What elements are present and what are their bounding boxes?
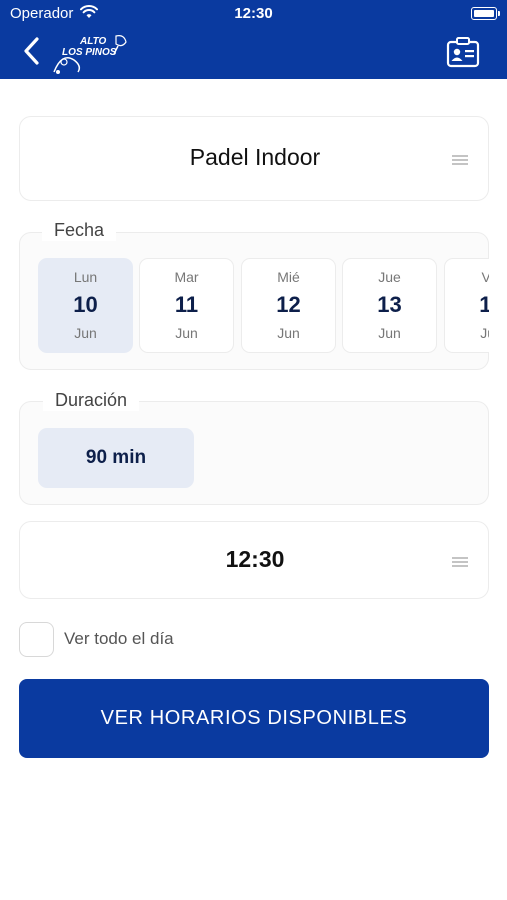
date-tile[interactable]: Jue 13 Jun: [342, 258, 437, 353]
battery-icon: [471, 7, 500, 20]
date-number: 14: [479, 292, 489, 317]
status-bar: Operador 12:30: [0, 0, 507, 28]
date-tile[interactable]: Vie 14 Jun: [444, 258, 489, 353]
date-tile[interactable]: Lun 10 Jun: [38, 258, 133, 353]
time-selector[interactable]: 12:30: [19, 521, 489, 599]
date-month: Jun: [175, 325, 198, 341]
drag-handle-icon: [452, 155, 468, 165]
logo-text-line2: LOS PINOS: [62, 47, 117, 58]
chevron-left-icon[interactable]: [22, 36, 42, 66]
sport-title: Padel Indoor: [189, 144, 321, 170]
club-logo: ALTO LOS PINOS: [52, 32, 130, 76]
logo-text-line1: ALTO: [80, 36, 107, 47]
date-day: Jue: [378, 269, 401, 285]
date-number: 10: [73, 292, 98, 317]
app-header: Operador 12:30 ALTO LOS PINOS: [0, 0, 507, 79]
date-number: 12: [276, 292, 301, 317]
view-available-times-button[interactable]: VER HORARIOS DISPONIBLES: [19, 679, 489, 758]
date-month: Jun: [378, 325, 401, 341]
status-time: 12:30: [234, 5, 273, 22]
sport-selector[interactable]: Padel Indoor: [19, 116, 489, 201]
duration-option-chip[interactable]: 90 min: [38, 428, 194, 488]
date-day: Mar: [174, 269, 199, 285]
date-number: 11: [174, 292, 199, 317]
date-day: Lun: [73, 269, 98, 285]
all-day-label[interactable]: Ver todo el día: [64, 629, 174, 649]
date-month: Jun: [480, 325, 489, 341]
date-section-label: Fecha: [42, 220, 117, 241]
all-day-checkbox[interactable]: [19, 622, 54, 657]
date-scroller[interactable]: Lun 10 Jun Mar 11 Jun Mié 12 Jun Jue 13 …: [19, 258, 489, 354]
duration-section-label: Duración: [43, 390, 140, 411]
time-value: 12:30: [225, 546, 285, 572]
drag-handle-icon: [452, 557, 468, 567]
contact-card-icon[interactable]: [446, 36, 480, 68]
date-number: 13: [377, 292, 402, 317]
date-day: Vie: [481, 269, 490, 285]
date-month: Jun: [74, 325, 97, 341]
date-tile[interactable]: Mié 12 Jun: [241, 258, 336, 353]
date-day: Mié: [277, 269, 300, 285]
date-tile[interactable]: Mar 11 Jun: [139, 258, 234, 353]
date-month: Jun: [277, 325, 300, 341]
